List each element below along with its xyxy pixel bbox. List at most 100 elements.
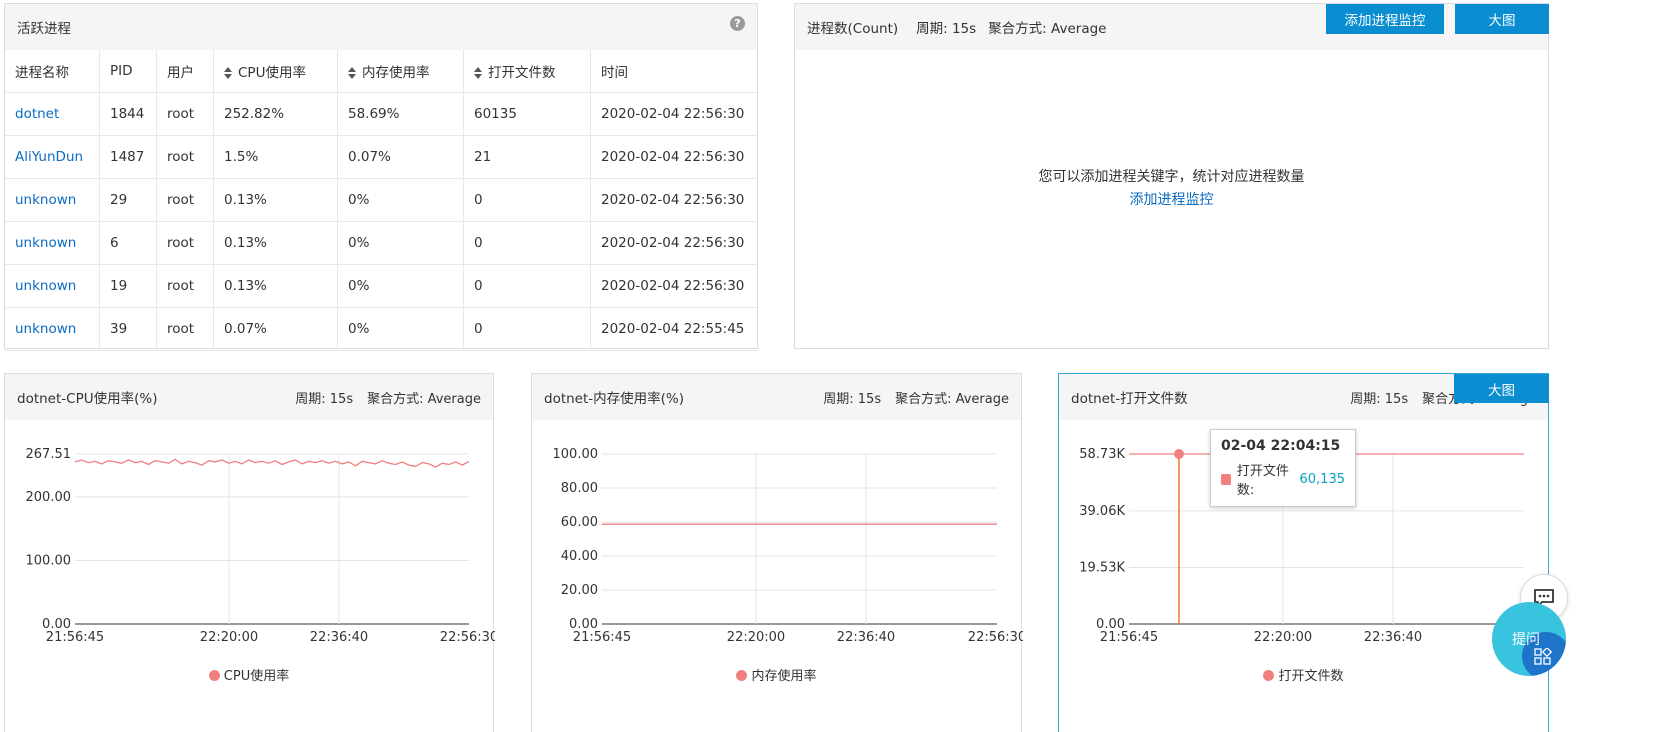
- series-point-marker: [1174, 449, 1184, 459]
- tooltip-row: 打开文件数: 60,135: [1221, 460, 1345, 498]
- cell-cpu: 252.82%: [213, 92, 338, 136]
- cell-user: root: [156, 135, 214, 179]
- cell-pid: 29: [99, 178, 157, 222]
- period-label: 周期: 15s: [823, 391, 882, 407]
- x-tick-label: 22:36:40: [310, 630, 368, 645]
- help-icon[interactable]: ?: [730, 16, 745, 31]
- legend-label: 内存使用率: [751, 669, 817, 684]
- x-tick-label: 21:56:45: [1100, 630, 1158, 645]
- cell-time: 2020-02-04 22:55:45: [590, 307, 757, 351]
- chart-legend[interactable]: 打开文件数: [1059, 665, 1548, 684]
- cell-time: 2020-02-04 22:56:30: [590, 92, 757, 136]
- panel-header: 活跃进程 ?: [5, 4, 757, 50]
- x-tick-label: 22:36:40: [837, 630, 895, 645]
- table-row: unknown 29 root 0.13% 0% 0 2020-02-04 22…: [5, 178, 757, 222]
- cell-mem: 0%: [337, 264, 464, 308]
- x-tick-label: 22:20:00: [200, 630, 258, 645]
- enlarge-button[interactable]: 大图: [1455, 4, 1549, 34]
- cell-files: 0: [463, 178, 591, 222]
- grid-icon: [1534, 648, 1552, 665]
- panel-title: 活跃进程: [17, 21, 71, 37]
- table-row: unknown 39 root 0.07% 0% 0 2020-02-04 22…: [5, 307, 757, 351]
- cell-pid: 39: [99, 307, 157, 351]
- x-tick-label: 22:20:00: [727, 630, 785, 645]
- x-tick-label: 22:56:30: [968, 630, 1023, 645]
- cell-pid: 6: [99, 221, 157, 265]
- col-header-label: 打开文件数: [488, 65, 556, 81]
- x-tick-label: 22:20:00: [1254, 630, 1312, 645]
- process-name-link[interactable]: unknown: [5, 221, 100, 265]
- y-tick-label: 200.00: [26, 490, 72, 505]
- table-row: dotnet 1844 root 252.82% 58.69% 60135 20…: [5, 92, 757, 136]
- y-tick-label: 58.73K: [1079, 447, 1125, 462]
- process-name-link[interactable]: AliYunDun: [5, 135, 100, 179]
- y-tick-label: 40.00: [561, 549, 598, 564]
- process-count-panel: 进程数(Count) 周期: 15s 聚合方式: Average 添加进程监控 …: [794, 3, 1549, 349]
- process-name-link[interactable]: dotnet: [5, 92, 100, 136]
- panel-title: dotnet-CPU使用率(%): [17, 391, 158, 407]
- cell-mem: 58.69%: [337, 92, 464, 136]
- cell-mem: 0%: [337, 307, 464, 351]
- cell-user: root: [156, 307, 214, 351]
- table-row: unknown 6 root 0.13% 0% 0 2020-02-04 22:…: [5, 221, 757, 265]
- col-header-mem[interactable]: 内存使用率: [337, 50, 464, 93]
- y-tick-label: 60.00: [561, 515, 598, 530]
- chart-legend[interactable]: CPU使用率: [5, 665, 493, 684]
- panel-meta: 周期: 15s 聚合方式: Average: [295, 388, 481, 407]
- legend-marker: [736, 670, 748, 681]
- col-header-pid: PID: [99, 50, 157, 93]
- legend-marker: [1263, 670, 1275, 681]
- cpu-chart-panel: dotnet-CPU使用率(%) 周期: 15s 聚合方式: Average 0…: [4, 373, 495, 732]
- cell-cpu: 0.13%: [213, 178, 338, 222]
- tooltip-value: 60,135: [1299, 471, 1346, 487]
- sort-icon: [348, 67, 356, 79]
- x-tick-label: 22:56:30: [440, 630, 495, 645]
- panel-title: dotnet-内存使用率(%): [544, 391, 685, 407]
- cell-pid: 19: [99, 264, 157, 308]
- cell-cpu: 0.07%: [213, 307, 338, 351]
- add-process-monitor-link[interactable]: 添加进程监控: [795, 189, 1548, 209]
- add-process-monitor-button[interactable]: 添加进程监控: [1326, 4, 1444, 34]
- panel-header: dotnet-CPU使用率(%) 周期: 15s 聚合方式: Average: [5, 374, 493, 420]
- open-files-chart-panel: dotnet-打开文件数 周期: 15s 聚合方式: Average 大图 0.…: [1058, 373, 1549, 732]
- panel-header: dotnet-内存使用率(%) 周期: 15s 聚合方式: Average: [532, 374, 1021, 420]
- ask-label: 提问: [1512, 632, 1540, 648]
- col-header-files[interactable]: 打开文件数: [463, 50, 591, 93]
- x-tick-label: 22:36:40: [1364, 630, 1422, 645]
- chart-tooltip: 02-04 22:04:15 打开文件数: 60,135: [1210, 429, 1356, 507]
- cell-mem: 0%: [337, 221, 464, 265]
- cell-mem: 0.07%: [337, 135, 464, 179]
- col-header-label: CPU使用率: [238, 65, 306, 81]
- enlarge-button[interactable]: 大图: [1454, 374, 1549, 403]
- memory-chart-panel: dotnet-内存使用率(%) 周期: 15s 聚合方式: Average 0.…: [531, 373, 1023, 732]
- cell-user: root: [156, 264, 214, 308]
- chart-legend[interactable]: 内存使用率: [532, 665, 1021, 684]
- panel-title: 进程数(Count): [807, 21, 899, 37]
- series-line: [74, 458, 470, 468]
- aggregation-label: 聚合方式: Average: [988, 21, 1107, 37]
- y-tick-label: 19.53K: [1079, 560, 1125, 575]
- cell-files: 0: [463, 221, 591, 265]
- cell-pid: 1844: [99, 92, 157, 136]
- table-header-row: 进程名称 PID 用户 CPU使用率 内存使用率 打开文件数 时间: [5, 50, 757, 93]
- cell-files: 0: [463, 307, 591, 351]
- cell-cpu: 0.13%: [213, 221, 338, 265]
- process-name-link[interactable]: unknown: [5, 264, 100, 308]
- table-row: unknown 19 root 0.13% 0% 0 2020-02-04 22…: [5, 264, 757, 308]
- process-name-link[interactable]: unknown: [5, 307, 100, 351]
- active-process-panel: 活跃进程 ? 进程名称 PID 用户 CPU使用率 内存使用率 打开文件数 时间: [4, 3, 758, 351]
- process-name-link[interactable]: unknown: [5, 178, 100, 222]
- cell-mem: 0%: [337, 178, 464, 222]
- cell-files: 0: [463, 264, 591, 308]
- ask-button[interactable]: 提问: [1492, 602, 1566, 676]
- cell-cpu: 1.5%: [213, 135, 338, 179]
- cell-user: root: [156, 178, 214, 222]
- y-tick-label: 20.00: [561, 583, 598, 598]
- cell-time: 2020-02-04 22:56:30: [590, 264, 757, 308]
- col-header-cpu[interactable]: CPU使用率: [213, 50, 338, 93]
- tooltip-marker: [1221, 473, 1231, 485]
- col-header-user: 用户: [156, 50, 214, 93]
- cell-cpu: 0.13%: [213, 264, 338, 308]
- col-header-time: 时间: [590, 50, 757, 93]
- panel-title: dotnet-打开文件数: [1071, 391, 1188, 407]
